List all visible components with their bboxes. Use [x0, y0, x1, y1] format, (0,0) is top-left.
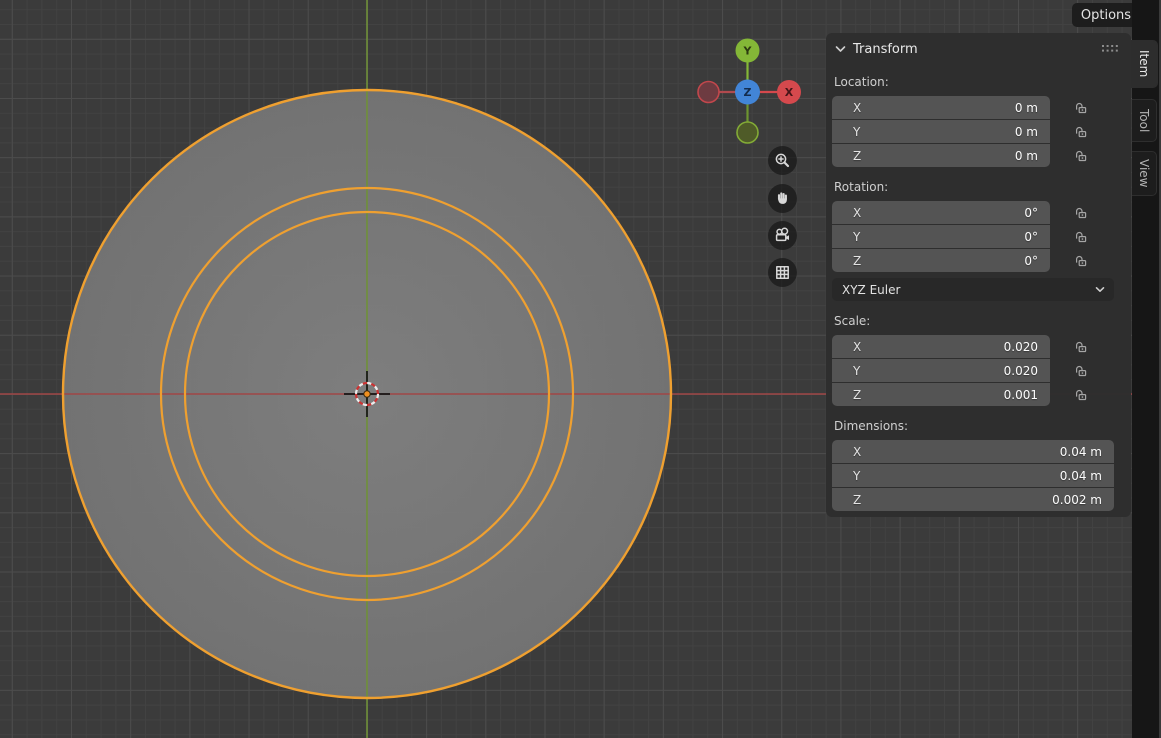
sidebar-tab-strip: Item Tool View	[1132, 0, 1161, 738]
svg-text:Y: Y	[743, 45, 753, 58]
unlock-icon	[1074, 388, 1088, 402]
svg-text:Z: Z	[744, 86, 752, 99]
gizmo-z-ball[interactable]: Z	[735, 80, 760, 105]
rotation-x-field[interactable]: X 0°	[832, 201, 1050, 224]
unlock-icon	[1074, 206, 1088, 220]
location-z-lock[interactable]	[1050, 149, 1112, 163]
scale-x-row: X 0.020	[832, 335, 1126, 358]
dimensions-z-row: Z 0.002 m	[832, 488, 1126, 511]
unlock-icon	[1074, 230, 1088, 244]
chevron-down-icon	[835, 45, 846, 53]
rotation-x-lock[interactable]	[1050, 206, 1112, 220]
location-x-row: X 0 m	[832, 96, 1126, 119]
zoom-icon	[774, 152, 791, 169]
pan-hand-icon	[774, 190, 791, 207]
scale-y-row: Y 0.020	[832, 359, 1126, 382]
location-x-lock[interactable]	[1050, 101, 1112, 115]
svg-text:X: X	[785, 86, 794, 99]
chevron-down-icon	[1095, 286, 1105, 293]
object-origin-dot	[364, 391, 370, 397]
unlock-icon	[1074, 125, 1088, 139]
gizmo-minus-x-ball[interactable]	[698, 82, 719, 103]
dimensions-x-row: X 0.04 m	[832, 440, 1126, 463]
location-y-row: Y 0 m	[832, 120, 1126, 143]
rotation-y-row: Y 0°	[832, 225, 1126, 248]
rotation-group: X 0° Y 0° Z 0°	[832, 201, 1126, 272]
gizmo-x-ball[interactable]: X	[777, 80, 801, 104]
dimensions-y-field[interactable]: Y 0.04 m	[832, 464, 1114, 487]
dimensions-group: X 0.04 m Y 0.04 m Z 0.002 m	[832, 440, 1126, 511]
scale-z-row: Z 0.001	[832, 383, 1126, 406]
scale-x-lock[interactable]	[1050, 340, 1112, 354]
gizmo-y-ball[interactable]: Y	[736, 39, 760, 63]
blender-window: Y X Z	[0, 0, 1161, 738]
scale-y-lock[interactable]	[1050, 364, 1112, 378]
grid-view-button[interactable]	[768, 258, 797, 287]
rotation-mode-value: XYZ Euler	[842, 283, 900, 297]
location-z-row: Z 0 m	[832, 144, 1126, 167]
scale-z-field[interactable]: Z 0.001	[832, 383, 1050, 406]
dimensions-y-row: Y 0.04 m	[832, 464, 1126, 487]
unlock-icon	[1074, 149, 1088, 163]
rotation-z-row: Z 0°	[832, 249, 1126, 272]
navigation-gizmo[interactable]: Y X Z	[688, 30, 804, 146]
rotation-section-label: Rotation:	[834, 179, 1126, 195]
rotation-y-field[interactable]: Y 0°	[832, 225, 1050, 248]
unlock-icon	[1074, 101, 1088, 115]
dimensions-z-field[interactable]: Z 0.002 m	[832, 488, 1114, 511]
camera-view-button[interactable]	[768, 221, 797, 250]
tab-tool[interactable]: Tool	[1132, 99, 1157, 142]
options-label: Options	[1081, 8, 1131, 23]
transform-panel-header[interactable]: Transform	[832, 38, 1126, 60]
location-y-lock[interactable]	[1050, 125, 1112, 139]
dimensions-section-label: Dimensions:	[834, 418, 1126, 434]
rotation-mode-dropdown[interactable]: XYZ Euler	[832, 278, 1114, 301]
tab-item[interactable]: Item	[1131, 40, 1158, 88]
unlock-icon	[1074, 364, 1088, 378]
location-x-field[interactable]: X 0 m	[832, 96, 1050, 119]
camera-view-icon	[774, 227, 791, 244]
scale-group: X 0.020 Y 0.020 Z 0.001	[832, 335, 1126, 406]
panel-grip-icon[interactable]	[1102, 45, 1120, 53]
location-group: X 0 m Y 0 m Z 0 m	[832, 96, 1126, 167]
scale-z-lock[interactable]	[1050, 388, 1112, 402]
location-z-field[interactable]: Z 0 m	[832, 144, 1050, 167]
transform-panel: Transform Location: X 0 m Y 0	[826, 33, 1131, 517]
tab-view[interactable]: View	[1132, 151, 1157, 196]
grid-view-icon	[774, 264, 791, 281]
rotation-z-lock[interactable]	[1050, 254, 1112, 268]
location-y-field[interactable]: Y 0 m	[832, 120, 1050, 143]
scale-section-label: Scale:	[834, 313, 1126, 329]
gizmo-minus-y-ball[interactable]	[737, 122, 758, 143]
unlock-icon	[1074, 254, 1088, 268]
rotation-x-row: X 0°	[832, 201, 1126, 224]
dimensions-x-field[interactable]: X 0.04 m	[832, 440, 1114, 463]
unlock-icon	[1074, 340, 1088, 354]
location-section-label: Location:	[834, 74, 1126, 90]
zoom-button[interactable]	[768, 146, 797, 175]
rotation-y-lock[interactable]	[1050, 230, 1112, 244]
rotation-z-field[interactable]: Z 0°	[832, 249, 1050, 272]
scale-x-field[interactable]: X 0.020	[832, 335, 1050, 358]
pan-button[interactable]	[768, 184, 797, 213]
scale-y-field[interactable]: Y 0.020	[832, 359, 1050, 382]
panel-title: Transform	[853, 42, 918, 57]
